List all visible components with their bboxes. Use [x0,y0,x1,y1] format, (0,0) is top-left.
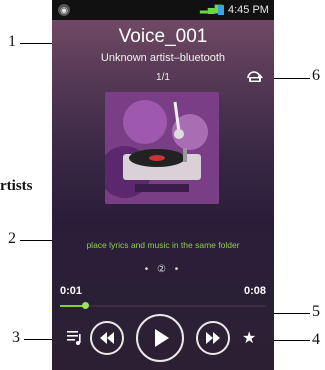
elapsed-time: 0:01 [60,285,83,297]
music-player-screen: ◉ ▂▄▆ 4:45 PM Voice_001 Unknown artist–b… [52,0,274,370]
app-notification-icon: ◉ [58,4,70,16]
seek-bar-thumb[interactable] [82,302,90,309]
page-indicator[interactable]: • ② • [52,264,274,275]
next-button[interactable] [196,321,230,355]
callout-2: 2 [8,230,16,247]
album-art [105,92,219,204]
seek-bar[interactable] [60,302,266,309]
track-page-counter: 1/1 [156,72,170,83]
track-artist: Unknown artist–bluetooth [100,52,226,64]
callout-5: 5 [312,303,320,320]
total-time: 0:08 [243,285,266,297]
previous-button[interactable] [90,321,124,355]
callout-3: 3 [12,329,20,346]
fast-forward-icon [206,332,220,344]
play-button[interactable] [136,314,184,362]
callout-4: 4 [312,331,320,348]
status-time: 4:45 PM [228,4,269,16]
repeat-shuffle-icon[interactable] [244,67,266,85]
battery-icon [218,5,224,15]
status-bar: ◉ ▂▄▆ 4:45 PM [52,0,274,20]
playlist-icon[interactable] [67,329,83,345]
favorite-star-icon[interactable]: ★ [242,328,256,348]
rewind-icon [100,332,114,344]
track-title: Voice_001 [118,26,208,47]
callout-6: 6 [312,67,320,84]
play-icon [155,329,169,347]
side-text: rtists [0,178,33,194]
callout-1: 1 [8,33,16,50]
lyrics-hint: place lyrics and music in the same folde… [86,240,240,250]
